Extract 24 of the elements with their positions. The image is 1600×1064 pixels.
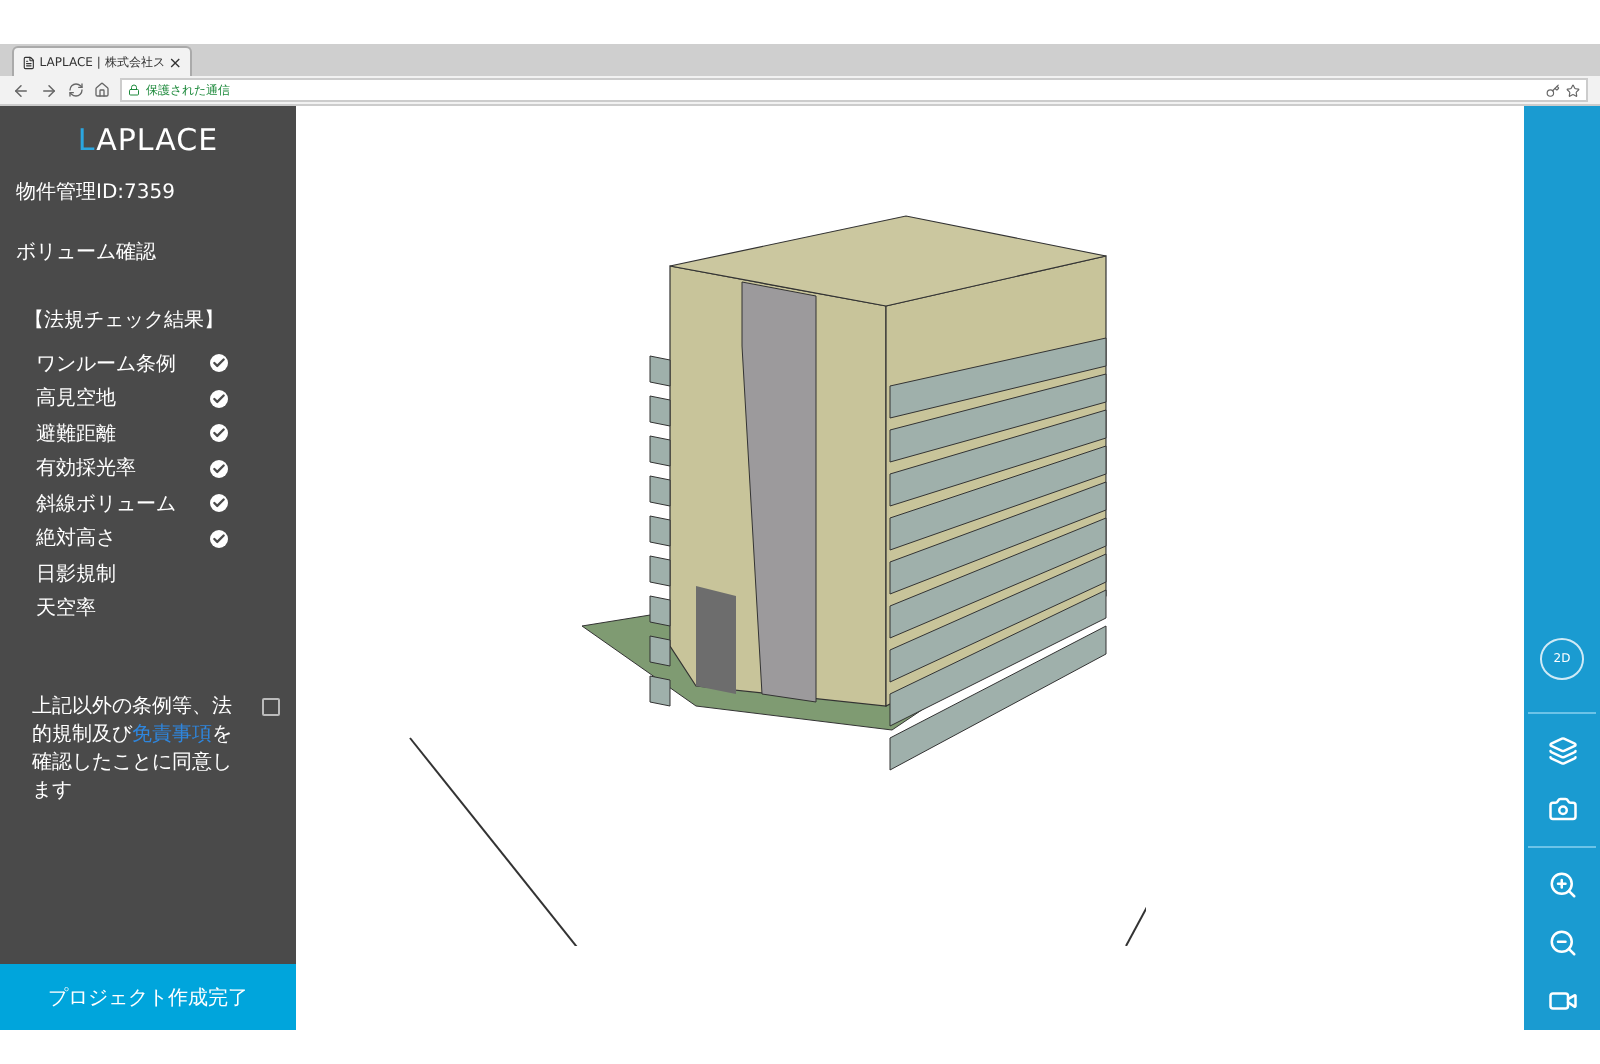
tab-close-button[interactable]: × xyxy=(168,53,182,71)
check-item-label: 絶対高さ xyxy=(36,525,116,553)
lock-icon xyxy=(128,84,140,96)
check-item-label: ワンルーム条例 xyxy=(36,351,176,378)
property-id: 物件管理ID:7359 xyxy=(16,180,177,206)
reload-icon[interactable] xyxy=(68,82,84,98)
checks-heading: 【法規チェック結果】 xyxy=(24,307,226,334)
check-item-label: 日影規制 xyxy=(36,561,116,588)
page-icon xyxy=(22,55,36,69)
check-item-label: 避難距離 xyxy=(36,421,116,448)
agreement-text: 上記以外の条例等、法的規制及び免責事項を確認したことに同意します xyxy=(32,694,234,806)
forward-icon[interactable] xyxy=(40,81,58,99)
home-icon[interactable] xyxy=(94,82,110,98)
volume-check-label[interactable]: ボリューム確認 xyxy=(16,238,280,266)
check-item-label: 天空率 xyxy=(36,595,96,623)
check-item-label: 高見空地 xyxy=(36,385,116,413)
back-icon[interactable] xyxy=(12,81,30,99)
star-icon[interactable] xyxy=(1566,83,1580,97)
check-item-label: 有効採光率 xyxy=(36,455,136,483)
logo: LAPLACE xyxy=(77,122,219,158)
check-item-label: 斜線ボリューム xyxy=(36,491,176,518)
key-icon[interactable] xyxy=(1546,83,1560,97)
complete-project-button[interactable]: プロジェクト作成完了 xyxy=(0,964,296,1030)
agreement-checkbox[interactable] xyxy=(262,698,280,716)
